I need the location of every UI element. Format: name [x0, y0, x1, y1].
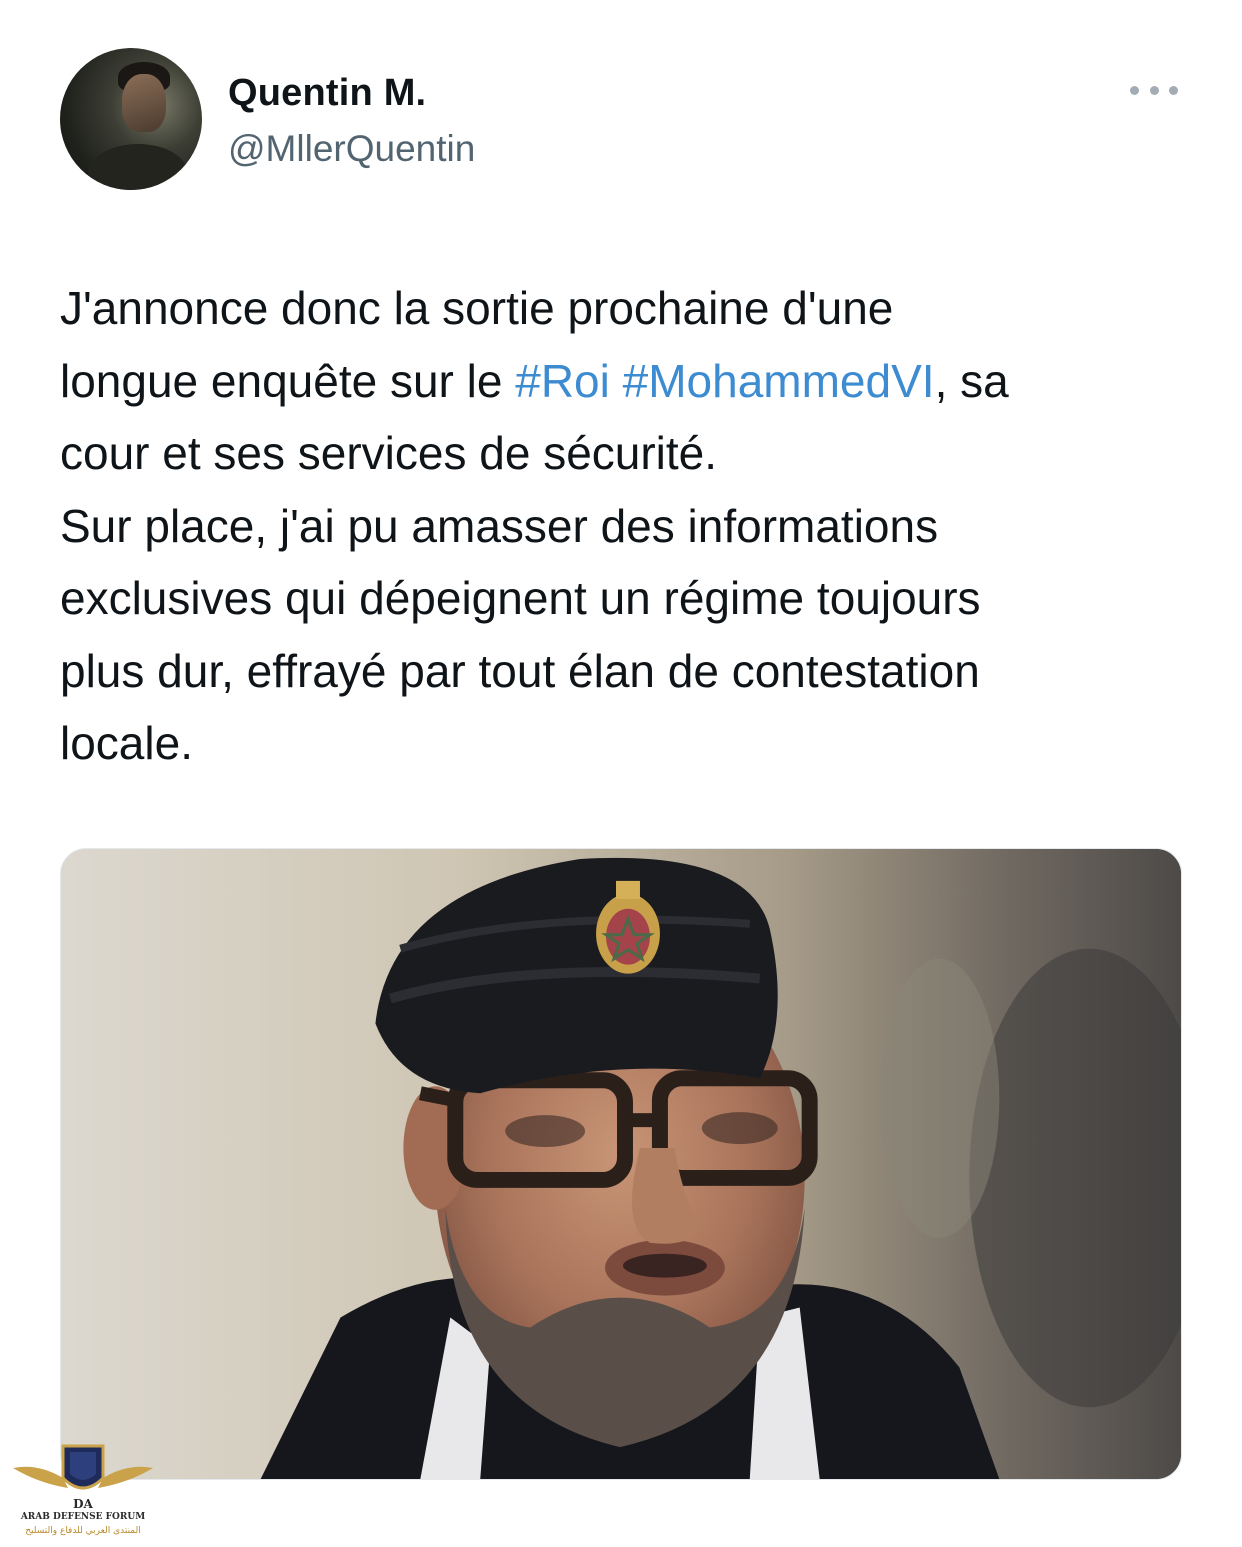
tweet-text-line: longue enquête sur le #Roi #MohammedVI, …	[60, 345, 1210, 418]
tweet-media-photo[interactable]	[60, 848, 1182, 1480]
ellipsis-dot	[1169, 85, 1178, 95]
watermark-text-ar: المنتدى العربي للدفاع والتسليح	[25, 1526, 141, 1536]
text-segment	[610, 355, 623, 407]
ellipsis-dot	[1149, 85, 1159, 95]
portrait-photo	[61, 849, 1181, 1479]
author-avatar[interactable]	[60, 48, 202, 190]
text-segment: longue enquête sur le	[60, 354, 516, 407]
tweet-text-line: locale.	[60, 707, 1210, 780]
text-segment: J'annonce donc la sortie prochaine d'une	[60, 282, 894, 334]
author-handle[interactable]: @MllerQuentin	[228, 128, 475, 170]
tweet-text-line: J'annonce donc la sortie prochaine d'une	[60, 272, 1210, 345]
tweet-text-line: cour et ses services de sécurité.	[60, 417, 1210, 490]
avatar-face	[122, 74, 166, 132]
text-segment: plus dur, effrayé par tout élan de conte…	[60, 644, 980, 697]
hashtag-roi-link[interactable]: #Roi	[515, 355, 610, 407]
text-segment: , sa	[934, 354, 1009, 407]
text-segment: locale.	[60, 717, 193, 769]
tweet-text: J'annonce donc la sortie prochaine d'une…	[60, 272, 1210, 780]
tweet-text-line: plus dur, effrayé par tout élan de conte…	[60, 635, 1210, 708]
author-name[interactable]: Quentin M.	[228, 72, 426, 115]
ellipsis-dot	[1130, 85, 1139, 95]
watermark-text-en: ARAB DEFENSE FORUM	[20, 1512, 146, 1522]
forum-logo-icon: DA	[13, 1444, 153, 1511]
svg-text:DA: DA	[73, 1497, 93, 1511]
text-segment: Sur place, j'ai pu amasser des informati…	[60, 499, 939, 552]
avatar-shoulder	[88, 144, 188, 190]
tweet-text-line: Sur place, j'ai pu amasser des informati…	[60, 490, 1210, 563]
text-segment: cour et ses services de sécurité.	[60, 427, 718, 479]
arab-defense-forum-watermark: DA ARAB DEFENSE FORUM المنتدى العربي للد…	[8, 1438, 158, 1543]
hashtag-mohammedvi-link[interactable]: #MohammedVI	[623, 355, 935, 407]
more-options-ellipsis-icon[interactable]	[1130, 78, 1178, 102]
text-segment: exclusives qui dépeignent un régime touj…	[60, 572, 981, 624]
tweet-text-line: exclusives qui dépeignent un régime touj…	[60, 562, 1210, 635]
